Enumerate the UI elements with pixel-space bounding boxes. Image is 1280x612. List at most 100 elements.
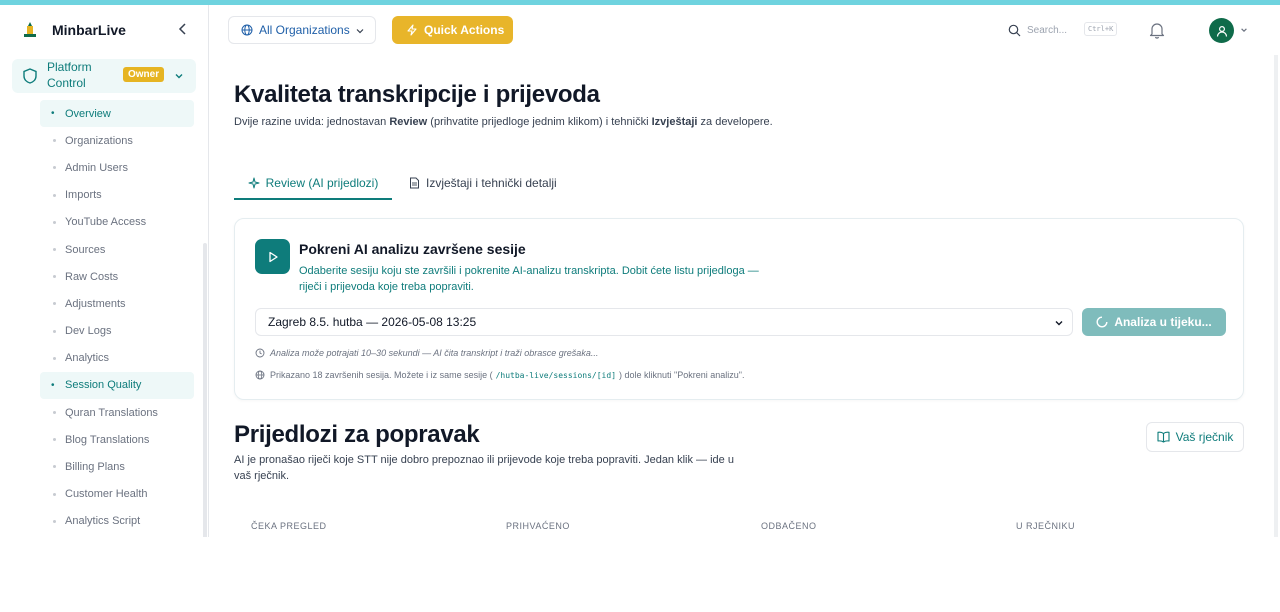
analysis-time-hint: Analiza može potrajati 10–30 sekundi — A… (255, 348, 598, 358)
platform-control-section[interactable]: Platform Control Owner (12, 59, 196, 93)
stat-pending-label: ČEKA PREGLED (251, 521, 327, 531)
active-dot-icon: • (51, 108, 55, 119)
tabs: Review (AI prijedlozi) Izvještaji i tehn… (234, 167, 1244, 200)
sidebar-item-analytics-script[interactable]: Analytics Script (40, 508, 194, 535)
sidebar-item-label: Blog Translations (65, 433, 150, 446)
sidebar-item-customer-health[interactable]: Customer Health (40, 481, 194, 508)
stat-rejected-label: ODBAČENO (761, 521, 817, 531)
sidebar-item-analytics[interactable]: Analytics (40, 345, 194, 372)
search-icon (1008, 24, 1021, 36)
sidebar-item-label: YouTube Access (65, 216, 147, 229)
sidebar-item-billing-plans[interactable]: Billing Plans (40, 453, 194, 480)
sidebar: MinbarLive Platform Control Owner • Overv… (0, 5, 209, 537)
session-count-hint-text-end: ) dole kliknuti "Pokreni analizu". (619, 370, 745, 380)
sidebar-item-label: Analytics (65, 352, 110, 365)
session-select[interactable]: Zagreb 8.5. hutba — 2026-05-08 13:25 (255, 308, 1073, 336)
app-window: MinbarLive Platform Control Owner • Overv… (0, 0, 1280, 537)
dictionary-button-label: Vaš rječnik (1175, 430, 1234, 444)
chevron-down-icon[interactable] (1240, 26, 1248, 34)
bullet-icon (53, 411, 56, 415)
sidebar-scrollbar[interactable] (203, 243, 207, 537)
analysis-time-hint-text: Analiza može potrajati 10–30 sekundi — A… (270, 348, 599, 358)
play-icon-box (255, 239, 290, 274)
bullet-icon (53, 438, 56, 442)
sidebar-item-blog-translations[interactable]: Blog Translations (40, 426, 194, 453)
main-content: Kvaliteta transkripcije i prijevoda Dvij… (208, 55, 1280, 537)
bullet-icon (53, 193, 56, 197)
tab-review[interactable]: Review (AI prijedlozi) (234, 167, 392, 200)
bullet-icon (53, 139, 56, 143)
sidebar-item-dev-logs[interactable]: Dev Logs (40, 318, 194, 345)
sidebar-item-sources[interactable]: Sources (40, 236, 194, 263)
sidebar-item-adjustments[interactable]: Adjustments (40, 290, 194, 317)
session-count-hint-text: Prikazano 18 završenih sesija. Možete i … (270, 370, 493, 380)
sidebar-item-label: Quran Translations (65, 406, 158, 419)
shield-icon (23, 68, 37, 84)
document-icon (410, 177, 419, 188)
bell-icon[interactable] (1148, 21, 1166, 39)
chevron-down-icon (356, 29, 364, 34)
lightning-icon (407, 24, 417, 36)
sidebar-item-label: Adjustments (65, 297, 126, 310)
active-dot-icon: • (51, 379, 55, 391)
chevron-down-icon (175, 74, 183, 79)
page-title: Kvaliteta transkripcije i prijevoda (234, 81, 600, 108)
quick-actions-label: Quick Actions (424, 23, 505, 37)
platform-control-label: Platform Control (47, 60, 92, 90)
sidebar-item-label: Organizations (65, 134, 133, 147)
main-scrollbar[interactable] (1274, 55, 1278, 537)
sidebar-item-overview[interactable]: • Overview (40, 100, 194, 128)
page-subtitle: Dvije razine uvida: jednostavan Review (… (234, 114, 774, 130)
sidebar-item-imports[interactable]: Imports (40, 182, 194, 209)
bullet-icon (53, 329, 56, 333)
analyze-button[interactable]: Analiza u tijeku... (1082, 308, 1226, 336)
bullet-icon (53, 302, 56, 306)
dictionary-button[interactable]: Vaš rječnik (1146, 422, 1244, 452)
tab-reports[interactable]: Izvještaji i tehnički detalji (409, 167, 557, 198)
owner-badge: Owner (123, 67, 165, 82)
subtitle-part: Dvije razine uvida: jednostavan (234, 116, 390, 128)
sidebar-item-label: Analytics Script (65, 515, 141, 528)
sidebar-item-youtube-access[interactable]: YouTube Access (40, 209, 194, 236)
sidebar-item-label: Session Quality (65, 379, 142, 392)
sidebar-item-label: Billing Plans (65, 461, 125, 474)
sidebar-item-label: Overview (65, 107, 111, 120)
sidebar-item-quran-translations[interactable]: Quran Translations (40, 399, 194, 426)
user-avatar[interactable] (1209, 18, 1234, 43)
analysis-card-description: Odaberite sesiju koju ste završili i pok… (299, 265, 759, 293)
sidebar-item-session-quality[interactable]: • Session Quality (40, 371, 194, 400)
bullet-icon (53, 275, 56, 279)
sidebar-item-label: Dev Logs (65, 325, 112, 338)
bullet-icon (53, 465, 56, 469)
sidebar-nav: • Overview Organizations Admin Users Imports… (40, 100, 194, 535)
search-shortcut-badge: Ctrl+K (1084, 22, 1118, 36)
globe-icon (255, 370, 265, 380)
chevron-down-icon (1055, 321, 1063, 326)
play-icon (268, 251, 278, 262)
sidebar-item-label: Admin Users (65, 161, 128, 174)
organization-select[interactable]: All Organizations (228, 16, 376, 44)
sparkles-icon (248, 177, 260, 188)
brand-name: MinbarLive (52, 22, 126, 38)
stat-accepted-label: PRIHVAĆENO (506, 521, 570, 531)
brand[interactable]: MinbarLive (20, 19, 126, 41)
search-placeholder: Search... (1027, 24, 1068, 36)
stat-dictionary-label: U RJEČNIKU (1016, 521, 1076, 531)
sidebar-item-organizations[interactable]: Organizations (40, 127, 194, 154)
bullet-icon (53, 519, 56, 523)
suggestions-description: AI je pronašao riječi koje STT nije dobr… (234, 454, 734, 482)
clock-icon (255, 348, 265, 358)
collapse-sidebar-icon[interactable] (175, 21, 191, 37)
sidebar-item-raw-costs[interactable]: Raw Costs (40, 263, 194, 290)
sidebar-item-admin-users[interactable]: Admin Users (40, 154, 194, 181)
analysis-card-title: Pokreni AI analizu završene sesije (299, 241, 526, 257)
subtitle-part: (prihvatite prijedloge jednim klikom) i … (427, 116, 652, 128)
minbar-logo-icon (24, 22, 36, 37)
sidebar-item-label: Customer Health (65, 488, 148, 501)
globe-icon (241, 24, 253, 36)
sidebar-item-label: Imports (65, 189, 102, 202)
session-select-value: Zagreb 8.5. hutba — 2026-05-08 13:25 (268, 315, 477, 329)
session-count-hint: Prikazano 18 završenih sesija. Možete i … (255, 370, 744, 380)
quick-actions-button[interactable]: Quick Actions (392, 16, 513, 44)
bullet-icon (53, 356, 56, 360)
